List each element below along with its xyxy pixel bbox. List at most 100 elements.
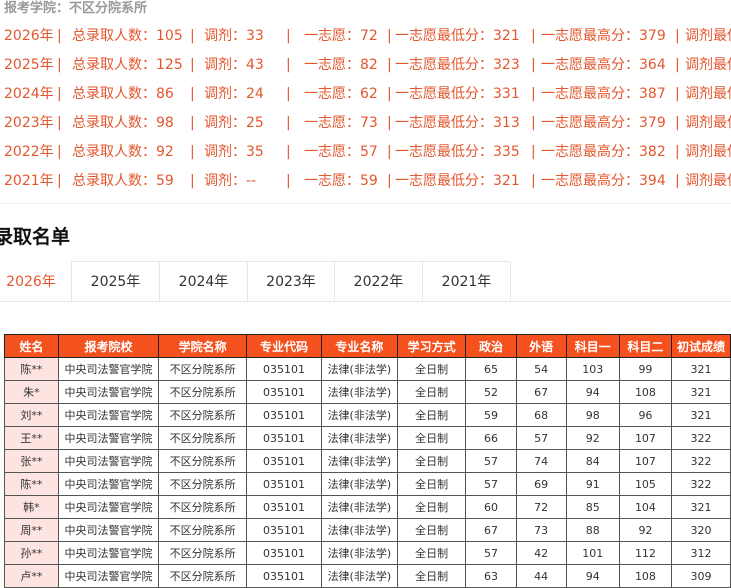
stat-max: 一志愿最高分：379 [541,28,666,44]
table-cell: 91 [565,472,620,496]
column-header[interactable]: 科目二 [618,334,673,358]
table-cell: 321 [671,357,731,381]
table-cell: 67 [515,380,567,404]
stat-adjust: 调剂：43 [204,57,264,73]
table-cell: 陈** [4,472,59,496]
table-cell: 104 [618,495,673,519]
column-header[interactable]: 初试成绩 [671,334,731,358]
stat-first: 一志愿：59 [304,173,378,189]
table-cell: 322 [671,426,731,450]
table-cell: 96 [618,403,673,427]
table-cell: 108 [618,380,673,404]
table-cell: 法律(非法学) [321,564,398,588]
table-cell: 法律(非法学) [321,495,398,519]
table-cell: 不区分院系所 [158,380,247,404]
table-cell: 张** [4,449,59,473]
table-row: 孙** 中央司法警官学院 不区分院系所 035101 法律(非法学) 全日制 57 42 101… [4,541,731,565]
column-header[interactable]: 姓名 [4,334,59,358]
table-cell: 85 [565,495,620,519]
stat-separator: | [286,28,291,44]
tab-2021年[interactable]: 2021年 [422,261,511,301]
table-cell: 不区分院系所 [158,472,247,496]
table-cell: 全日制 [396,426,467,450]
stat-separator: | [531,144,536,160]
tab-2024年[interactable]: 2024年 [159,261,248,301]
stat-row: 2023年 | 总录取人数：98 | 调剂：25 | 一志愿：73 | 一志愿最低分：313 | 一… [4,109,731,138]
table-cell: 中央司法警官学院 [57,472,160,496]
stat-separator: | [531,86,536,102]
table-cell: 035101 [245,495,323,519]
column-header[interactable]: 外语 [515,334,567,358]
stat-separator: | [531,115,536,131]
stat-year: 2024年 [4,86,54,102]
column-header[interactable]: 政治 [465,334,517,358]
column-header[interactable]: 学院名称 [158,334,247,358]
table-cell: 法律(非法学) [321,380,398,404]
divider [0,203,731,204]
table-cell: 全日制 [396,564,467,588]
table-cell: 不区分院系所 [158,449,247,473]
stat-separator: | [675,86,680,102]
tab-2023年[interactable]: 2023年 [247,261,335,301]
table-cell: 不区分院系所 [158,564,247,588]
column-header[interactable]: 专业名称 [321,334,398,358]
table-cell: 035101 [245,403,323,427]
stat-adjmin: 调剂最低分 [685,57,731,73]
stat-separator: | [531,173,536,189]
table-row: 朱* 中央司法警官学院 不区分院系所 035101 法律(非法学) 全日制 52 67 94 10… [4,380,731,404]
table-row: 卢** 中央司法警官学院 不区分院系所 035101 法律(非法学) 全日制 63 44 94 1… [4,564,731,588]
table-cell: 105 [618,472,673,496]
column-header[interactable]: 学习方式 [396,334,467,358]
column-header[interactable]: 科目一 [565,334,620,358]
column-header[interactable]: 专业代码 [245,334,323,358]
stat-adjust: 调剂：-- [204,173,257,189]
stat-adjmin: 调剂最低分 [685,28,731,44]
stat-first: 一志愿：62 [304,86,378,102]
stat-min: 一志愿最低分：331 [395,86,520,102]
stat-first: 一志愿：57 [304,144,378,160]
stat-separator: | [675,28,680,44]
stat-year: 2026年 [4,28,54,44]
table-cell: 刘** [4,403,59,427]
stat-adjmin: 调剂最低分 [685,115,731,131]
stat-separator: | [190,86,195,102]
stat-total: 总录取人数：125 [72,57,183,73]
column-header[interactable]: 报考院校 [57,334,160,358]
table-cell: 108 [618,564,673,588]
table-cell: 92 [565,426,620,450]
table-cell: 107 [618,449,673,473]
table-cell: 65 [465,357,517,381]
table-cell: 44 [515,564,567,588]
table-cell: 94 [565,564,620,588]
table-cell: 101 [565,541,620,565]
stat-total: 总录取人数：92 [72,144,174,160]
table-cell: 322 [671,449,731,473]
table-cell: 321 [671,380,731,404]
stat-separator: | [675,173,680,189]
tab-2026年[interactable]: 2026年 [0,261,72,301]
table-cell: 王** [4,426,59,450]
table-cell: 42 [515,541,567,565]
table-cell: 63 [465,564,517,588]
stat-max: 一志愿最高分：364 [541,57,666,73]
table-cell: 035101 [245,518,323,542]
stat-min: 一志愿最低分：321 [395,28,520,44]
tab-2022年[interactable]: 2022年 [334,261,423,301]
stat-separator: | [675,115,680,131]
stat-separator: | [190,115,195,131]
table-cell: 035101 [245,472,323,496]
table-cell: 322 [671,472,731,496]
table-cell: 全日制 [396,541,467,565]
tab-2025年[interactable]: 2025年 [71,261,160,301]
stat-separator: | [57,28,62,44]
table-row: 王** 中央司法警官学院 不区分院系所 035101 法律(非法学) 全日制 66 57 92 1… [4,426,731,450]
table-cell: 法律(非法学) [321,357,398,381]
stat-separator: | [190,57,195,73]
table-cell: 035101 [245,380,323,404]
table-row: 刘** 中央司法警官学院 不区分院系所 035101 法律(非法学) 全日制 59 68 98 9… [4,403,731,427]
stat-year: 2022年 [4,144,54,160]
stat-min: 一志愿最低分：335 [395,144,520,160]
stat-max: 一志愿最高分：394 [541,173,666,189]
table-cell: 309 [671,564,731,588]
stat-separator: | [57,115,62,131]
